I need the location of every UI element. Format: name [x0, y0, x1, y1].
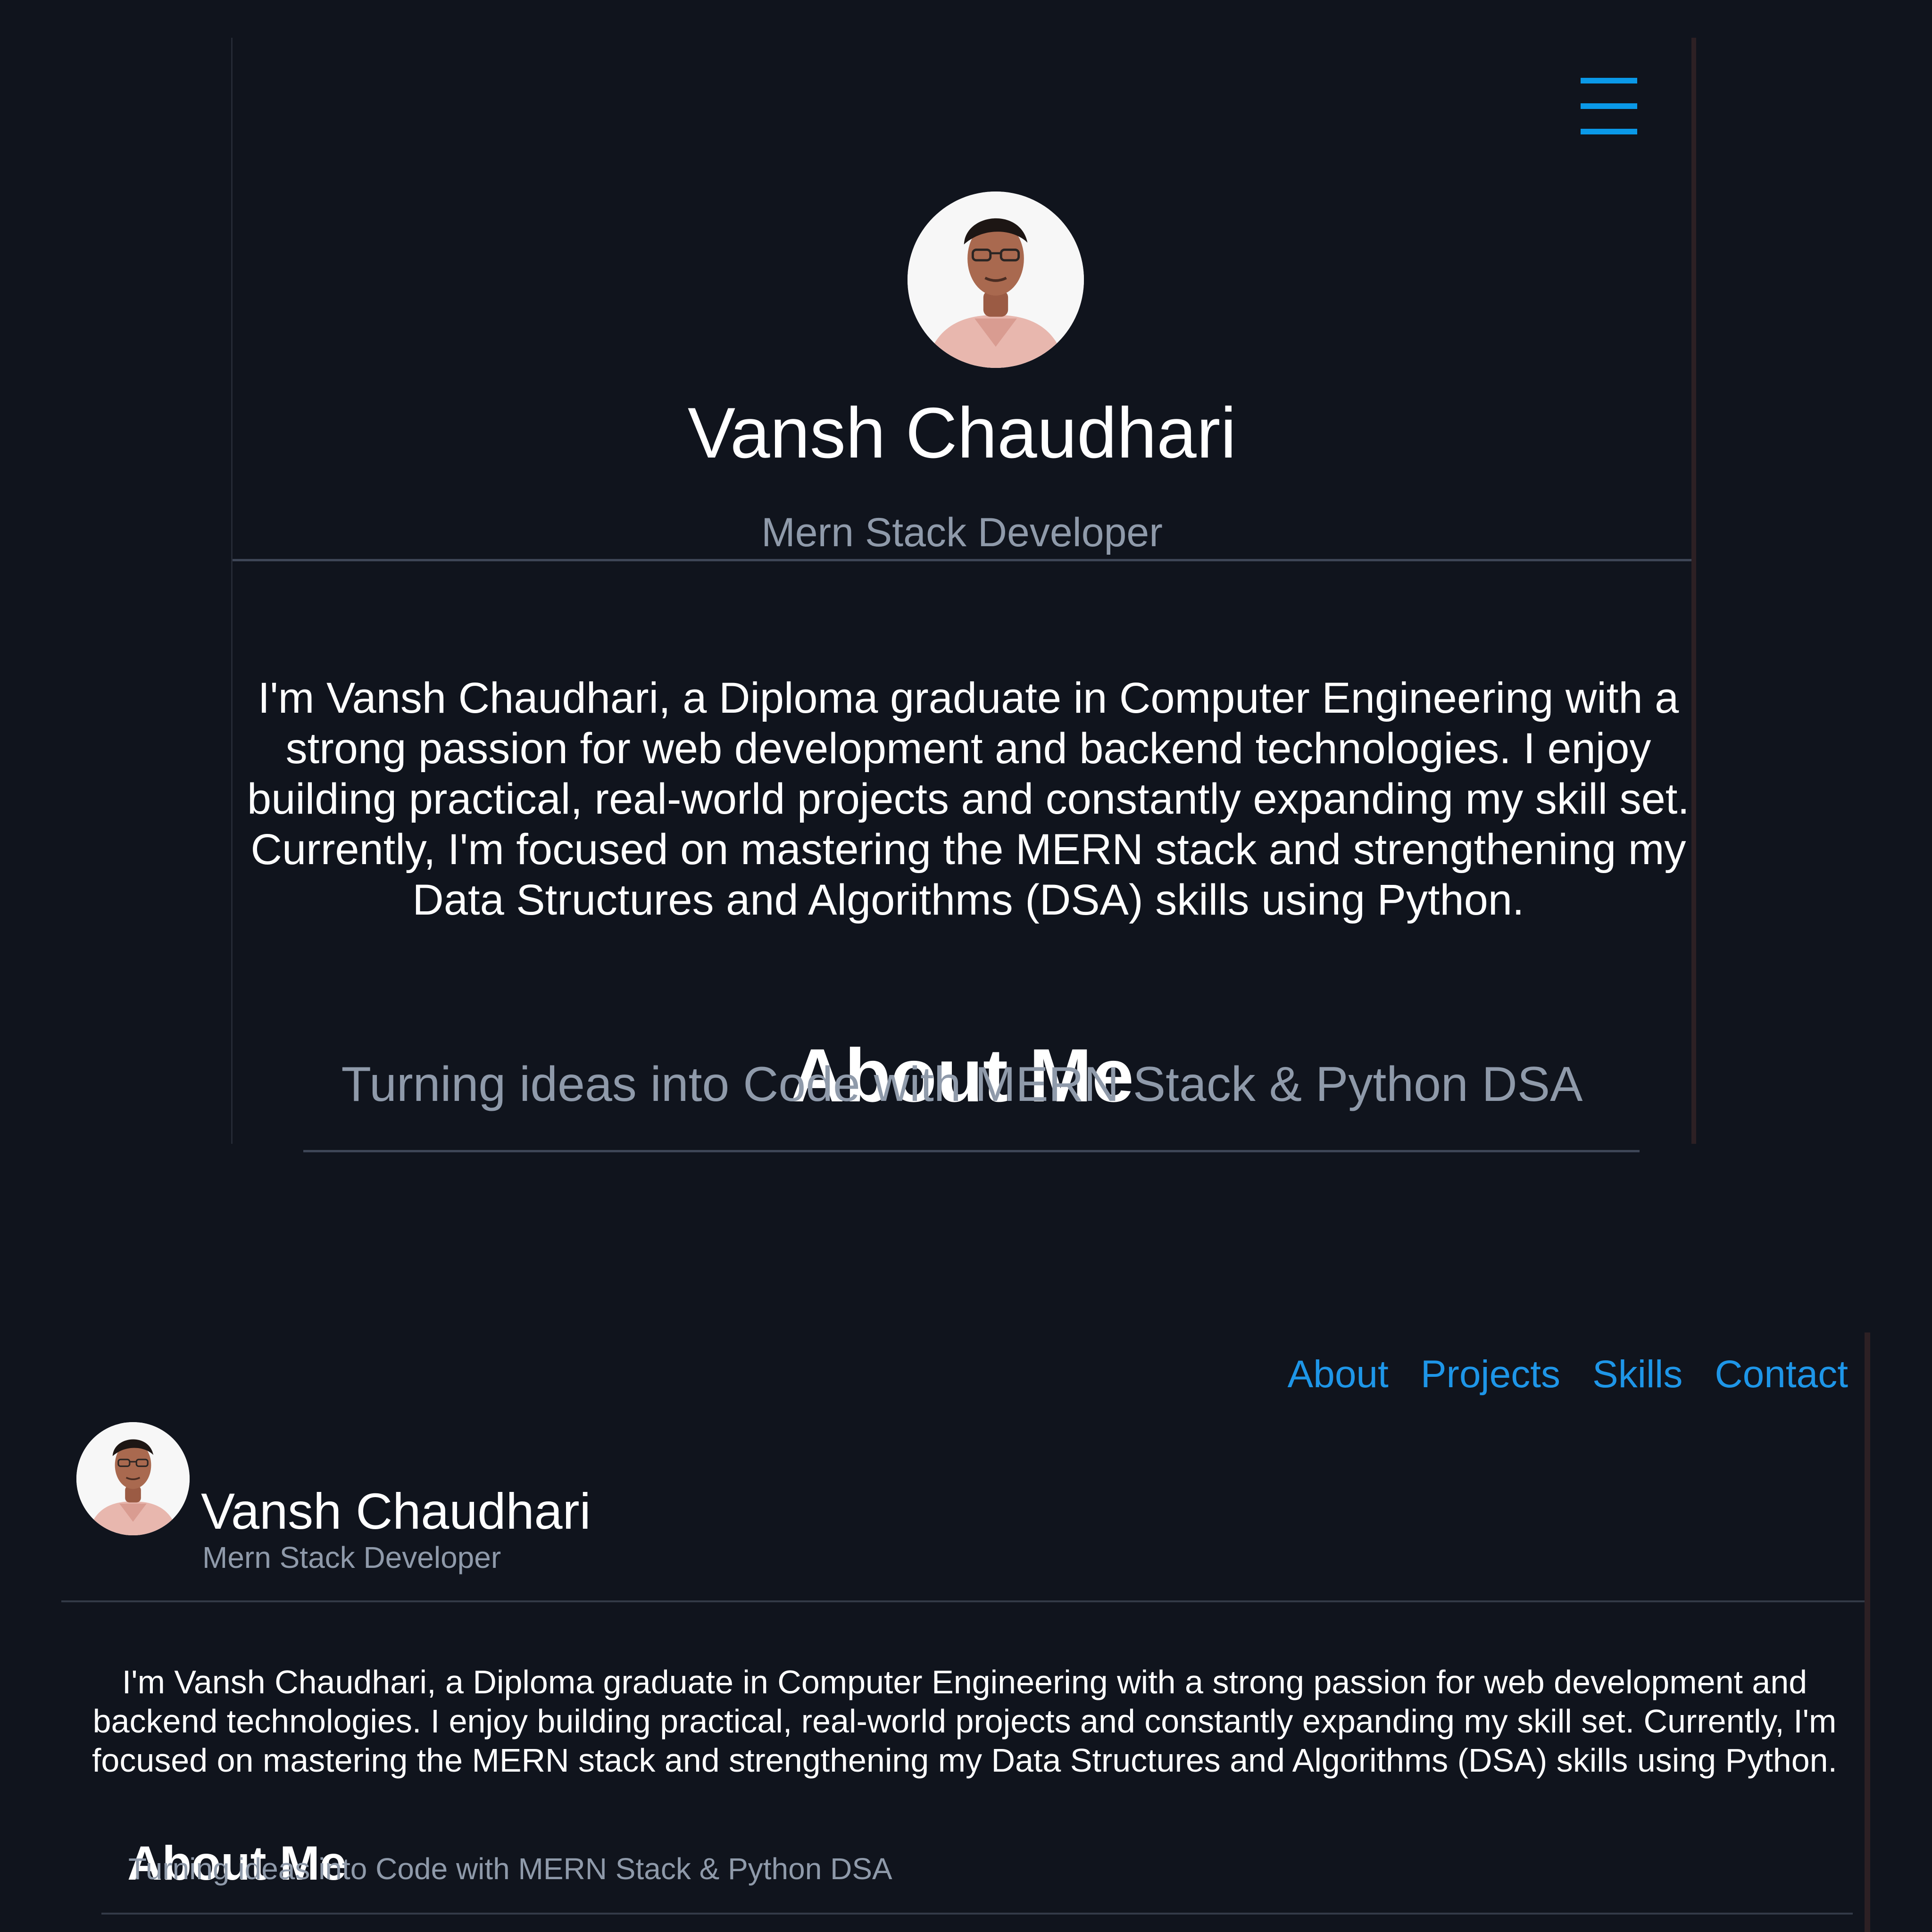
profile-name: Vansh Chaudhari [201, 1482, 591, 1540]
profile-role: Mern Stack Developer [761, 510, 1163, 555]
nav-link-about[interactable]: About [1288, 1352, 1389, 1397]
nav-link-skills[interactable]: Skills [1592, 1352, 1682, 1397]
profile-avatar [76, 1422, 190, 1535]
profile-avatar [908, 192, 1084, 368]
screenshot-canvas: Vansh Chaudhari Mern Stack Developer I'm… [0, 0, 1932, 1932]
about-subtitle: Turning ideas into Code with MERN Stack … [128, 1852, 892, 1886]
nav-link-contact[interactable]: Contact [1715, 1352, 1848, 1397]
header-divider [61, 1600, 1865, 1602]
profile-photo-icon [908, 192, 1084, 368]
profile-role: Mern Stack Developer [202, 1541, 501, 1574]
profile-name: Vansh Chaudhari [687, 393, 1237, 473]
about-divider [101, 1913, 1853, 1915]
header-divider [233, 559, 1691, 561]
bio-paragraph: I'm Vansh Chaudhari, a Diploma graduate … [247, 674, 1690, 924]
about-subtitle: Turning ideas into Code with MERN Stack … [341, 1057, 1583, 1112]
mobile-portfolio-view: Vansh Chaudhari Mern Stack Developer I'm… [231, 38, 1696, 1152]
hamburger-menu-icon[interactable] [1581, 78, 1637, 134]
profile-photo-icon [76, 1422, 190, 1535]
bio-paragraph: I'm Vansh Chaudhari, a Diploma graduate … [92, 1664, 1838, 1779]
main-navigation: About Projects Skills Contact [1288, 1352, 1848, 1397]
about-divider [303, 1150, 1640, 1152]
desktop-portfolio-view: About Projects Skills Contact Vansh Chau… [61, 1332, 1870, 1932]
nav-link-projects[interactable]: Projects [1421, 1352, 1560, 1397]
